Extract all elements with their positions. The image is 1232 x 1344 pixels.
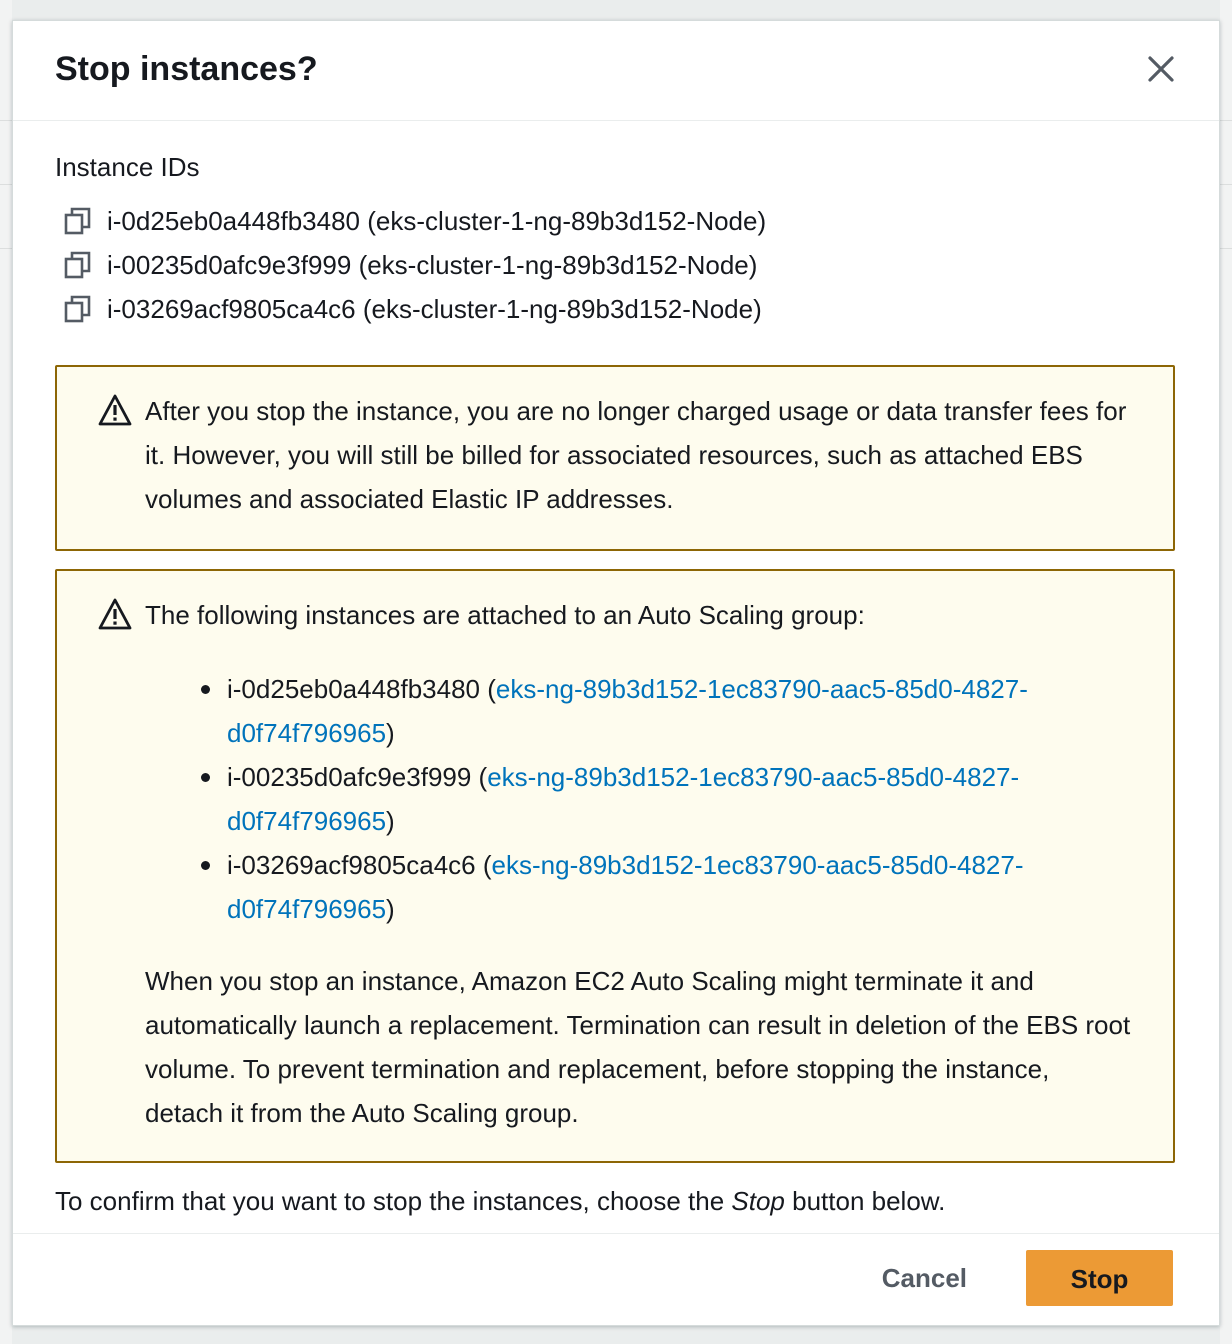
instance-id-text: i-03269acf9805ca4c6 [107, 294, 356, 324]
asg-instance-id: i-03269acf9805ca4c6 [227, 850, 476, 880]
close-button[interactable] [1145, 53, 1177, 85]
asg-instance-id: i-0d25eb0a448fb3480 [227, 674, 481, 704]
instance-id-row: i-03269acf9805ca4c6 (eks-cluster-1-ng-89… [55, 287, 1175, 331]
copy-icon[interactable] [63, 206, 93, 236]
background-right-edge [1220, 0, 1232, 1344]
background-divider [1220, 120, 1232, 121]
asg-instance-id: i-00235d0afc9e3f999 [227, 762, 472, 792]
copy-icon[interactable] [63, 294, 93, 324]
confirm-instructions: To confirm that you want to stop the ins… [55, 1179, 1175, 1223]
billing-warning-alert: After you stop the instance, you are no … [55, 365, 1175, 551]
warning-icon [98, 394, 132, 426]
list-item: i-03269acf9805ca4c6 (eks-ng-89b3d152-1ec… [197, 843, 1133, 931]
dialog-title: Stop instances? [55, 50, 318, 88]
stop-button[interactable]: Stop [1026, 1250, 1173, 1306]
dialog-body: Instance IDs i-0d25eb0a448fb3480 (eks-cl… [55, 149, 1175, 1216]
background-divider [0, 184, 12, 185]
instance-ids-label: Instance IDs [55, 152, 200, 182]
list-item: i-00235d0afc9e3f999 (eks-ng-89b3d152-1ec… [197, 755, 1133, 843]
background-divider [0, 120, 12, 121]
dialog-header: Stop instances? [13, 21, 1219, 121]
billing-warning-text: After you stop the instance, you are no … [145, 396, 1127, 514]
instance-id-text: i-0d25eb0a448fb3480 [107, 206, 361, 236]
stop-instances-dialog: Stop instances? Instance IDs i-0d25eb0a4… [12, 20, 1220, 1326]
cancel-button[interactable]: Cancel [862, 1250, 987, 1306]
confirm-text-emphasis: Stop [731, 1186, 785, 1216]
copy-icon[interactable] [63, 250, 93, 280]
warning-icon [98, 598, 132, 630]
background-divider [1220, 248, 1232, 249]
instance-name-text: (eks-cluster-1-ng-89b3d152-Node) [362, 294, 762, 324]
auto-scaling-warning-heading: The following instances are attached to … [145, 600, 865, 630]
instance-id-list: i-0d25eb0a448fb3480 (eks-cluster-1-ng-89… [55, 199, 1175, 331]
instance-id-row: i-00235d0afc9e3f999 (eks-cluster-1-ng-89… [55, 243, 1175, 287]
instance-name-text: (eks-cluster-1-ng-89b3d152-Node) [367, 206, 767, 236]
confirm-text-before: To confirm that you want to stop the ins… [55, 1186, 732, 1216]
auto-scaling-instance-list: i-0d25eb0a448fb3480 (eks-ng-89b3d152-1ec… [197, 667, 1133, 931]
background-divider [0, 248, 12, 249]
list-item: i-0d25eb0a448fb3480 (eks-ng-89b3d152-1ec… [197, 667, 1133, 755]
instance-id-row: i-0d25eb0a448fb3480 (eks-cluster-1-ng-89… [55, 199, 1175, 243]
background-left-edge [0, 0, 12, 1344]
auto-scaling-warning-alert: The following instances are attached to … [55, 569, 1175, 1163]
instance-name-text: (eks-cluster-1-ng-89b3d152-Node) [358, 250, 758, 280]
close-icon [1148, 56, 1174, 82]
instance-id-text: i-00235d0afc9e3f999 [107, 250, 352, 280]
confirm-text-after: button below. [784, 1186, 946, 1216]
dialog-footer: Cancel Stop [13, 1233, 1219, 1325]
background-divider [1220, 184, 1232, 185]
auto-scaling-warning-note: When you stop an instance, Amazon EC2 Au… [145, 966, 1131, 1128]
